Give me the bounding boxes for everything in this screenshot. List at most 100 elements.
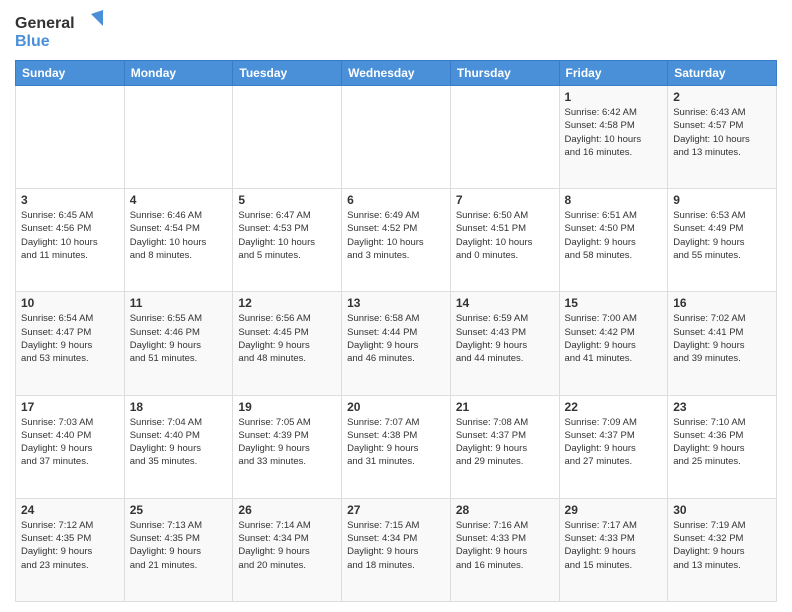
calendar-cell: 18Sunrise: 7:04 AM Sunset: 4:40 PM Dayli…: [124, 395, 233, 498]
calendar-cell: 2Sunrise: 6:43 AM Sunset: 4:57 PM Daylig…: [668, 86, 777, 189]
day-number: 4: [130, 193, 228, 207]
calendar-day-header: Thursday: [450, 61, 559, 86]
day-info: Sunrise: 7:16 AM Sunset: 4:33 PM Dayligh…: [456, 519, 554, 572]
calendar-cell: 16Sunrise: 7:02 AM Sunset: 4:41 PM Dayli…: [668, 292, 777, 395]
day-info: Sunrise: 7:10 AM Sunset: 4:36 PM Dayligh…: [673, 416, 771, 469]
day-number: 30: [673, 503, 771, 517]
day-number: 18: [130, 400, 228, 414]
day-number: 13: [347, 296, 445, 310]
calendar-cell: 12 Sunrise: 6:56 AM Sunset: 4:45 PM Dayli…: [233, 292, 342, 395]
day-number: 11: [130, 296, 228, 310]
day-info: Sunrise: 7:13 AM Sunset: 4:35 PM Dayligh…: [130, 519, 228, 572]
calendar-cell: 19 Sunrise: 7:05 AM Sunset: 4:39 PM Dayli…: [233, 395, 342, 498]
day-info: Sunrise: 6:43 AM Sunset: 4:57 PM Dayligh…: [673, 106, 771, 159]
day-number: 1: [565, 90, 663, 104]
day-info: Sunrise: 7:07 AM Sunset: 4:38 PM Dayligh…: [347, 416, 445, 469]
calendar-cell: 14 Sunrise: 6:59 AM Sunset: 4:43 PM Dayli…: [450, 292, 559, 395]
calendar-cell: 6 Sunrise: 6:49 AM Sunset: 4:52 PM Daylig…: [342, 189, 451, 292]
calendar-cell: 17 Sunrise: 7:03 AM Sunset: 4:40 PM Dayli…: [16, 395, 125, 498]
day-number: 29: [565, 503, 663, 517]
calendar-week-row: 3 Sunrise: 6:45 AM Sunset: 4:56 PM Daylig…: [16, 189, 777, 292]
calendar-cell: 29 Sunrise: 7:17 AM Sunset: 4:33 PM Dayli…: [559, 498, 668, 601]
calendar-cell: 15Sunrise: 7:00 AM Sunset: 4:42 PM Dayli…: [559, 292, 668, 395]
calendar-cell: 8 Sunrise: 6:51 AM Sunset: 4:50 PM Daylig…: [559, 189, 668, 292]
day-number: 20: [347, 400, 445, 414]
calendar-cell: 22 Sunrise: 7:09 AM Sunset: 4:37 PM Dayli…: [559, 395, 668, 498]
day-info: Sunrise: 6:51 AM Sunset: 4:50 PM Dayligh…: [565, 209, 663, 262]
day-number: 5: [238, 193, 336, 207]
day-info: Sunrise: 7:19 AM Sunset: 4:32 PM Dayligh…: [673, 519, 771, 572]
calendar-cell: 30 Sunrise: 7:19 AM Sunset: 4:32 PM Dayli…: [668, 498, 777, 601]
day-number: 14: [456, 296, 554, 310]
day-info: Sunrise: 7:17 AM Sunset: 4:33 PM Dayligh…: [565, 519, 663, 572]
day-number: 16: [673, 296, 771, 310]
day-number: 21: [456, 400, 554, 414]
calendar-day-header: Friday: [559, 61, 668, 86]
calendar-day-header: Tuesday: [233, 61, 342, 86]
calendar-day-header: Monday: [124, 61, 233, 86]
logo: General Blue: [15, 10, 105, 52]
calendar-week-row: 17 Sunrise: 7:03 AM Sunset: 4:40 PM Dayli…: [16, 395, 777, 498]
day-number: 23: [673, 400, 771, 414]
calendar-cell: 21 Sunrise: 7:08 AM Sunset: 4:37 PM Dayli…: [450, 395, 559, 498]
day-number: 19: [238, 400, 336, 414]
day-info: Sunrise: 6:53 AM Sunset: 4:49 PM Dayligh…: [673, 209, 771, 262]
day-number: 28: [456, 503, 554, 517]
calendar-cell: [124, 86, 233, 189]
day-info: Sunrise: 6:54 AM Sunset: 4:47 PM Dayligh…: [21, 312, 119, 365]
day-info: Sunrise: 7:00 AM Sunset: 4:42 PM Dayligh…: [565, 312, 663, 365]
day-info: Sunrise: 7:14 AM Sunset: 4:34 PM Dayligh…: [238, 519, 336, 572]
calendar-table: SundayMondayTuesdayWednesdayThursdayFrid…: [15, 60, 777, 602]
header: General Blue: [15, 10, 777, 52]
day-number: 27: [347, 503, 445, 517]
day-info: Sunrise: 6:46 AM Sunset: 4:54 PM Dayligh…: [130, 209, 228, 262]
calendar-cell: 26 Sunrise: 7:14 AM Sunset: 4:34 PM Dayli…: [233, 498, 342, 601]
day-number: 25: [130, 503, 228, 517]
calendar-cell: [342, 86, 451, 189]
day-info: Sunrise: 6:55 AM Sunset: 4:46 PM Dayligh…: [130, 312, 228, 365]
calendar-cell: 25 Sunrise: 7:13 AM Sunset: 4:35 PM Dayli…: [124, 498, 233, 601]
day-info: Sunrise: 6:49 AM Sunset: 4:52 PM Dayligh…: [347, 209, 445, 262]
calendar-cell: 3 Sunrise: 6:45 AM Sunset: 4:56 PM Daylig…: [16, 189, 125, 292]
calendar-cell: 27Sunrise: 7:15 AM Sunset: 4:34 PM Dayli…: [342, 498, 451, 601]
day-info: Sunrise: 7:08 AM Sunset: 4:37 PM Dayligh…: [456, 416, 554, 469]
calendar-cell: [233, 86, 342, 189]
calendar-cell: [450, 86, 559, 189]
logo-svg: General Blue: [15, 10, 105, 52]
calendar-cell: 9Sunrise: 6:53 AM Sunset: 4:49 PM Daylig…: [668, 189, 777, 292]
day-info: Sunrise: 7:12 AM Sunset: 4:35 PM Dayligh…: [21, 519, 119, 572]
calendar-week-row: 1 Sunrise: 6:42 AM Sunset: 4:58 PM Daylig…: [16, 86, 777, 189]
calendar-cell: 11 Sunrise: 6:55 AM Sunset: 4:46 PM Dayli…: [124, 292, 233, 395]
calendar-cell: 7Sunrise: 6:50 AM Sunset: 4:51 PM Daylig…: [450, 189, 559, 292]
day-number: 26: [238, 503, 336, 517]
calendar-cell: 24Sunrise: 7:12 AM Sunset: 4:35 PM Dayli…: [16, 498, 125, 601]
calendar-cell: [16, 86, 125, 189]
day-number: 6: [347, 193, 445, 207]
page: General Blue SundayMondayTuesdayWednesda…: [0, 0, 792, 612]
calendar-cell: 4 Sunrise: 6:46 AM Sunset: 4:54 PM Daylig…: [124, 189, 233, 292]
day-number: 17: [21, 400, 119, 414]
calendar-cell: 28 Sunrise: 7:16 AM Sunset: 4:33 PM Dayli…: [450, 498, 559, 601]
calendar-header-row: SundayMondayTuesdayWednesdayThursdayFrid…: [16, 61, 777, 86]
day-info: Sunrise: 6:50 AM Sunset: 4:51 PM Dayligh…: [456, 209, 554, 262]
day-number: 22: [565, 400, 663, 414]
day-info: Sunrise: 7:09 AM Sunset: 4:37 PM Dayligh…: [565, 416, 663, 469]
day-info: Sunrise: 6:45 AM Sunset: 4:56 PM Dayligh…: [21, 209, 119, 262]
day-number: 12: [238, 296, 336, 310]
day-info: Sunrise: 6:59 AM Sunset: 4:43 PM Dayligh…: [456, 312, 554, 365]
day-info: Sunrise: 6:56 AM Sunset: 4:45 PM Dayligh…: [238, 312, 336, 365]
calendar-day-header: Saturday: [668, 61, 777, 86]
day-info: Sunrise: 7:03 AM Sunset: 4:40 PM Dayligh…: [21, 416, 119, 469]
svg-text:General: General: [15, 15, 75, 32]
day-info: Sunrise: 7:05 AM Sunset: 4:39 PM Dayligh…: [238, 416, 336, 469]
calendar-week-row: 24Sunrise: 7:12 AM Sunset: 4:35 PM Dayli…: [16, 498, 777, 601]
calendar-cell: 1 Sunrise: 6:42 AM Sunset: 4:58 PM Daylig…: [559, 86, 668, 189]
calendar-day-header: Wednesday: [342, 61, 451, 86]
day-info: Sunrise: 6:47 AM Sunset: 4:53 PM Dayligh…: [238, 209, 336, 262]
day-number: 3: [21, 193, 119, 207]
day-info: Sunrise: 6:42 AM Sunset: 4:58 PM Dayligh…: [565, 106, 663, 159]
day-number: 8: [565, 193, 663, 207]
calendar-day-header: Sunday: [16, 61, 125, 86]
day-number: 10: [21, 296, 119, 310]
svg-text:Blue: Blue: [15, 33, 50, 50]
